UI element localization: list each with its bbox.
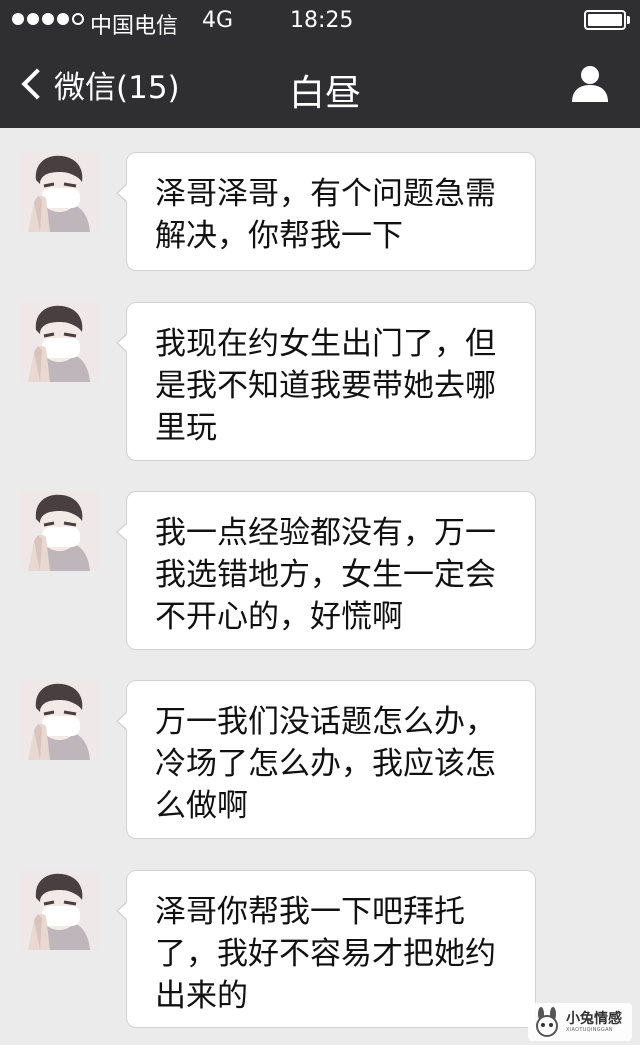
avatar[interactable]	[20, 870, 100, 950]
bubble-tail	[116, 333, 128, 353]
bubble-tail	[116, 711, 128, 731]
signal-dot	[12, 13, 24, 25]
message-text: 我现在约女生出门了，但是我不知道我要带她去哪里玩	[155, 326, 496, 446]
watermark: 小兔情感 XIAOTUQINGGAN	[528, 1003, 632, 1041]
battery-icon	[584, 10, 626, 30]
avatar[interactable]	[20, 491, 100, 571]
message-bubble[interactable]: 我一点经验都没有，万一我选错地方，女生一定会不开心的，好慌啊	[116, 491, 536, 650]
avatar[interactable]	[20, 302, 100, 382]
signal-dot-empty	[72, 13, 84, 25]
person-icon	[572, 66, 608, 102]
chevron-left-icon	[21, 68, 53, 100]
signal-dot	[57, 13, 69, 25]
signal-strength-icon	[12, 13, 84, 25]
bubble-tail	[116, 522, 128, 542]
avatar[interactable]	[20, 680, 100, 760]
back-label: 微信(15)	[54, 69, 180, 106]
message-bubble[interactable]: 我现在约女生出门了，但是我不知道我要带她去哪里玩	[116, 302, 536, 461]
signal-dot	[42, 13, 54, 25]
watermark-main: 小兔情感	[566, 1010, 622, 1027]
message-bubble[interactable]: 泽哥你帮我一下吧拜托了，我好不容易才把她约出来的	[116, 870, 536, 1028]
carrier-name: 中国电信	[90, 14, 179, 39]
back-button[interactable]: 微信(15)	[18, 62, 180, 106]
signal-dot	[27, 13, 39, 25]
avatar[interactable]	[20, 152, 100, 232]
watermark-sub: XIAOTUQINGGAN	[566, 1026, 613, 1033]
rabbit-logo-icon	[536, 1007, 558, 1037]
bubble-tail	[116, 901, 128, 921]
message-bubble[interactable]: 泽哥泽哥，有个问题急需解决，你帮我一下	[116, 152, 536, 271]
message-text: 我一点经验都没有，万一我选错地方，女生一定会不开心的，好慌啊	[155, 515, 496, 635]
avatar-image	[20, 152, 100, 232]
avatar-image	[20, 870, 100, 950]
status-bar: 中国电信 4G 18:25	[0, 0, 640, 44]
network-type: 4G	[202, 8, 234, 33]
battery-level	[588, 14, 622, 26]
message-text: 泽哥泽哥，有个问题急需解决，你帮我一下	[155, 176, 496, 254]
status-time: 18:25	[290, 8, 354, 33]
nav-bar: 微信(15) 白昼	[0, 44, 640, 128]
watermark-text: 小兔情感 XIAOTUQINGGAN	[566, 1012, 622, 1033]
bubble-tail	[116, 183, 128, 203]
message-text: 泽哥你帮我一下吧拜托了，我好不容易才把她约出来的	[155, 894, 496, 1014]
battery-tip	[627, 16, 630, 24]
chat-title: 白昼	[288, 73, 361, 114]
avatar-image	[20, 680, 100, 760]
message-text: 万一我们没话题怎么办，冷场了怎么办，我应该怎么做啊	[155, 704, 496, 824]
avatar-image	[20, 491, 100, 571]
contact-info-button[interactable]	[570, 64, 610, 104]
message-bubble[interactable]: 万一我们没话题怎么办，冷场了怎么办，我应该怎么做啊	[116, 680, 536, 839]
avatar-image	[20, 302, 100, 382]
